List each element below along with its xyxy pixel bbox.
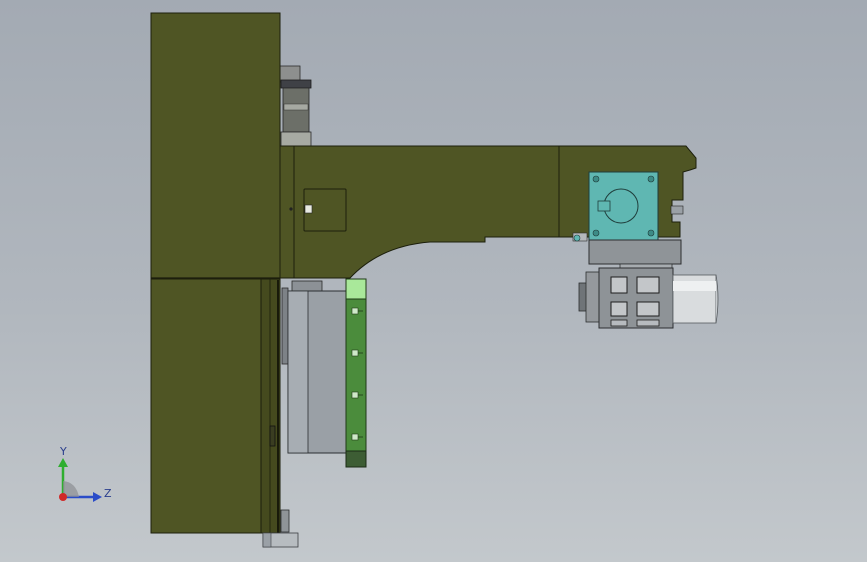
y-axis-label: Y: [59, 445, 67, 458]
z-axis-label: Z: [104, 487, 112, 500]
cad-viewport[interactable]: Y Z: [0, 0, 867, 562]
mounting-plate[interactable]: [345, 278, 367, 468]
servo-motor[interactable]: [578, 263, 719, 329]
z-axis-arrowhead: [93, 492, 102, 502]
access-cover[interactable]: [303, 188, 347, 232]
view-triad: Y Z: [58, 445, 112, 502]
guide-block[interactable]: [281, 280, 349, 454]
x-axis-origin: [59, 493, 67, 501]
top-bearing[interactable]: [279, 65, 312, 147]
y-axis-arrowhead: [58, 458, 68, 467]
cad-model-view[interactable]: Y Z: [0, 0, 867, 562]
main-column[interactable]: [150, 12, 281, 534]
